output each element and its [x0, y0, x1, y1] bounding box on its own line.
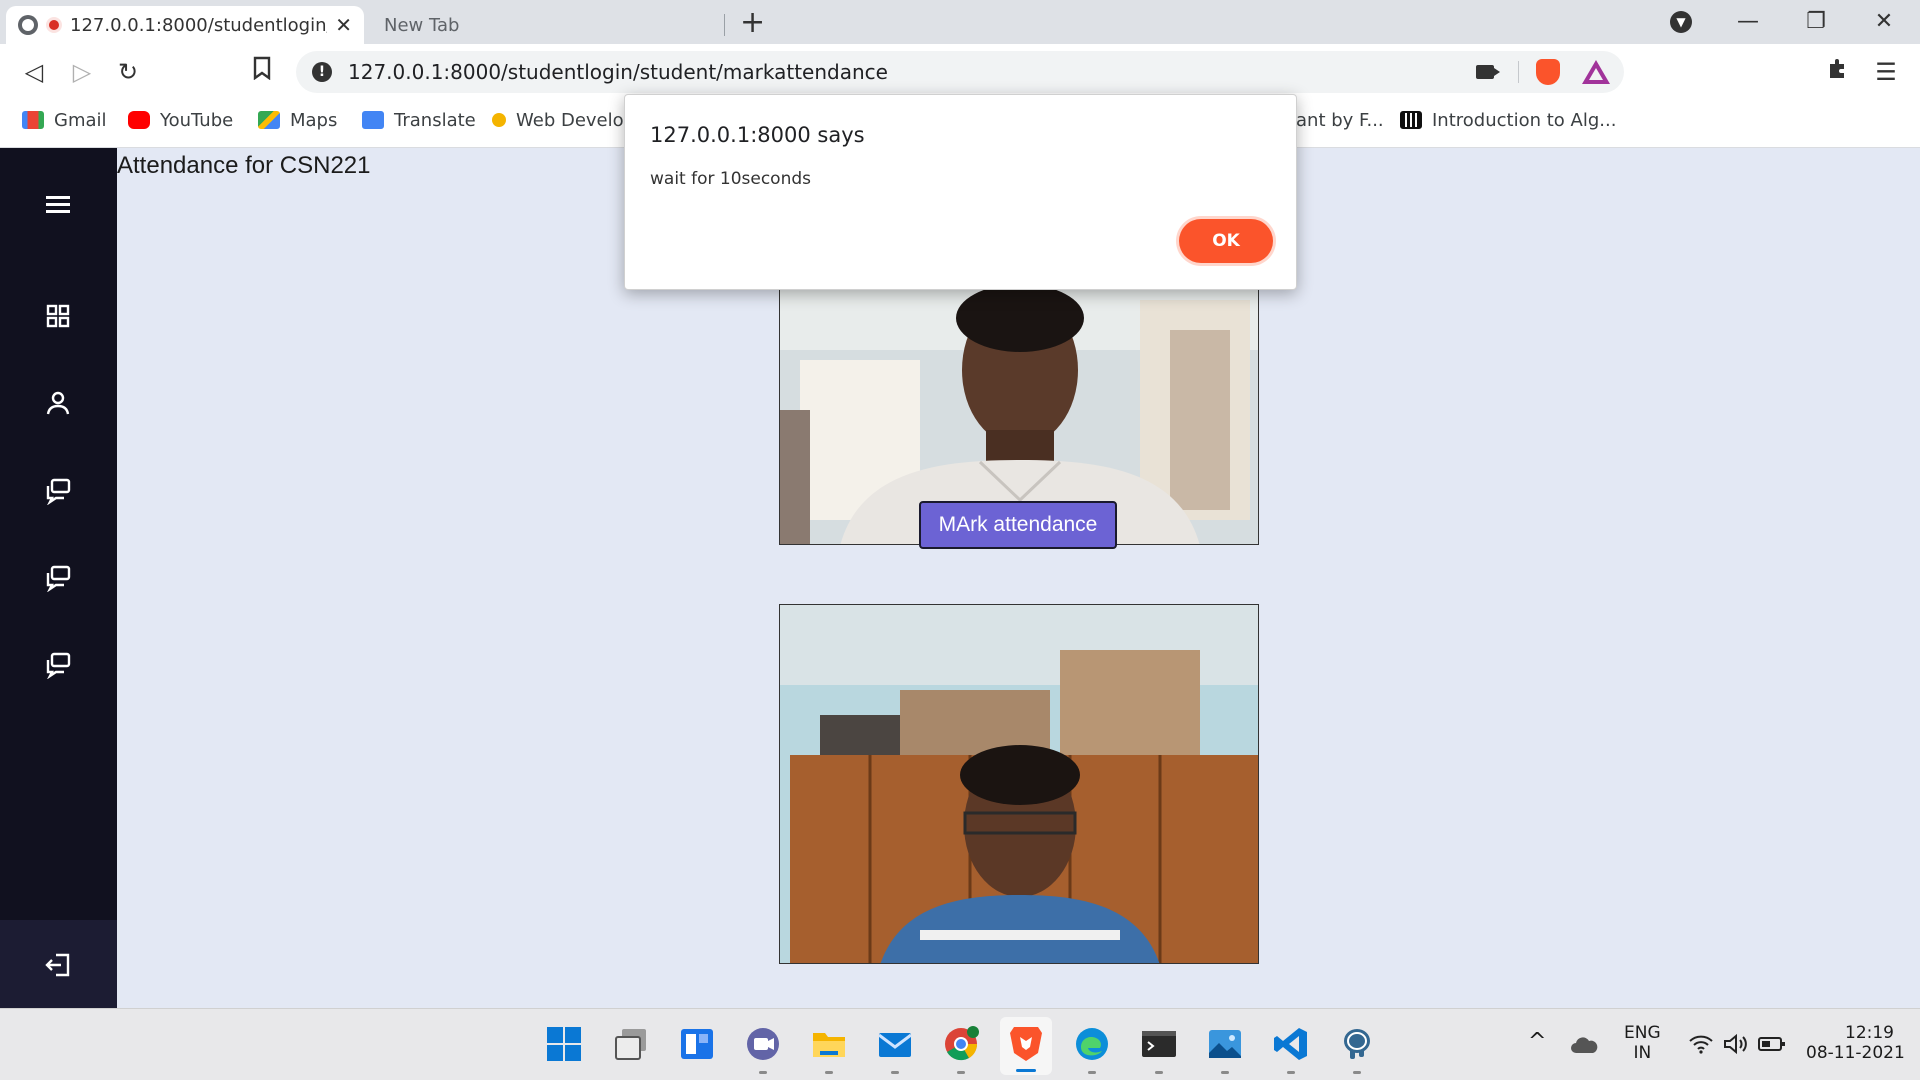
ok-button[interactable]: OK: [1179, 219, 1273, 263]
gmail-icon: [22, 111, 44, 129]
sidebar: [0, 148, 117, 1008]
start-icon[interactable]: [545, 1025, 583, 1063]
tab-new-tab[interactable]: New Tab: [364, 6, 724, 44]
battery-icon[interactable]: [1758, 1035, 1786, 1053]
photos-icon[interactable]: [1206, 1025, 1244, 1074]
running-indicator: [957, 1071, 965, 1074]
running-indicator: [1353, 1071, 1361, 1074]
volume-icon[interactable]: [1722, 1033, 1748, 1055]
widgets-icon[interactable]: [678, 1025, 716, 1063]
browser-tab-strip: 127.0.0.1:8000/studentlogin/student/mark…: [0, 0, 1920, 44]
wifi-icon[interactable]: [1688, 1033, 1714, 1055]
running-indicator: [759, 1071, 767, 1074]
chrome-icon[interactable]: [942, 1025, 980, 1074]
windows-taskbar: ^ ENG IN 12:19 08-11-2021: [0, 1008, 1920, 1080]
menu-icon[interactable]: [43, 190, 73, 220]
forward-button[interactable]: ▷: [66, 56, 98, 88]
maps-icon: [258, 111, 280, 129]
bookmark-page-button[interactable]: [246, 56, 278, 88]
logout-icon[interactable]: [43, 950, 73, 980]
bookmark-ant[interactable]: ant by F...: [1296, 100, 1384, 140]
sidebar-footer: [0, 920, 117, 1008]
brave-shields-icon[interactable]: [1536, 59, 1560, 85]
chat-icon[interactable]: [43, 475, 73, 506]
menu-button[interactable]: ☰: [1870, 56, 1902, 88]
bookmark-introduction-to-algorithms[interactable]: Introduction to Alg...: [1400, 100, 1616, 140]
bookmark-youtube[interactable]: YouTube: [128, 100, 233, 140]
browser-toolbar: ◁ ▷ ↻ ! 127.0.0.1:8000/studentlogin/stud…: [0, 44, 1920, 100]
terminal-icon[interactable]: [1140, 1025, 1178, 1074]
mail-icon[interactable]: [876, 1025, 914, 1074]
mark-attendance-button[interactable]: MArk attendance: [919, 501, 1117, 549]
webcam-image: [780, 605, 1258, 963]
tab-title: New Tab: [384, 14, 460, 36]
clock-time: 12:19: [1845, 1023, 1894, 1043]
running-indicator: [1088, 1071, 1096, 1074]
bookmark-gmail[interactable]: Gmail: [22, 100, 107, 140]
file-explorer-icon[interactable]: [810, 1025, 848, 1074]
globe-icon: [18, 15, 38, 35]
page-title: Attendance for CSN221: [117, 152, 371, 179]
back-button[interactable]: ◁: [18, 56, 50, 88]
new-tab-button[interactable]: +: [740, 6, 765, 40]
restore-button[interactable]: ❐: [1796, 4, 1836, 40]
teams-chat-icon[interactable]: [744, 1025, 782, 1074]
clock[interactable]: 12:19 08-11-2021: [1806, 1023, 1905, 1063]
close-tab-icon[interactable]: ✕: [335, 13, 352, 37]
bookmark-maps[interactable]: Maps: [258, 100, 337, 140]
tab-active[interactable]: 127.0.0.1:8000/studentlogin/student/mark…: [6, 6, 364, 44]
clock-date: 08-11-2021: [1806, 1043, 1905, 1063]
omnibox-divider: [1518, 61, 1519, 83]
bookmark-translate[interactable]: Translate: [362, 100, 476, 140]
vscode-icon[interactable]: [1272, 1025, 1310, 1074]
active-indicator: [1016, 1069, 1036, 1072]
translate-icon: [362, 111, 384, 129]
chat-icon[interactable]: [43, 649, 73, 680]
tab-divider: [724, 14, 725, 36]
bookmark-web-dev[interactable]: Web Develo: [492, 100, 624, 140]
extensions-button[interactable]: [1822, 56, 1854, 88]
running-indicator: [1287, 1071, 1295, 1074]
running-indicator: [825, 1071, 833, 1074]
dashboard-icon[interactable]: [43, 301, 73, 331]
alert-dialog: 127.0.0.1:8000 says wait for 10seconds O…: [624, 94, 1297, 290]
running-indicator: [1155, 1071, 1163, 1074]
book-icon: [1400, 111, 1422, 129]
language-indicator[interactable]: ENG IN: [1624, 1023, 1661, 1063]
brave-icon[interactable]: [1000, 1017, 1052, 1075]
postgres-icon[interactable]: [1338, 1025, 1376, 1074]
task-view-icon[interactable]: [612, 1025, 650, 1063]
camera-in-use-icon[interactable]: [1476, 65, 1500, 79]
address-bar[interactable]: ! 127.0.0.1:8000/studentlogin/student/ma…: [296, 51, 1624, 93]
running-indicator: [891, 1071, 899, 1074]
url-text[interactable]: 127.0.0.1:8000/studentlogin/student/mark…: [348, 51, 888, 93]
onedrive-icon[interactable]: [1570, 1035, 1600, 1055]
minimize-button[interactable]: —: [1728, 4, 1768, 40]
dialog-message: wait for 10seconds: [650, 169, 812, 189]
edge-icon[interactable]: [1073, 1025, 1111, 1074]
close-window-button[interactable]: ✕: [1864, 4, 1904, 40]
youtube-icon: [128, 111, 150, 129]
webcam-feed-snapshot: [779, 604, 1259, 964]
reload-button[interactable]: ↻: [112, 56, 144, 88]
brave-rewards-icon[interactable]: [1582, 60, 1610, 84]
user-icon[interactable]: [43, 388, 73, 418]
site-info-icon[interactable]: !: [312, 62, 332, 82]
bookmark-icon: [253, 56, 271, 81]
web-dev-icon: [492, 113, 506, 127]
tab-title: 127.0.0.1:8000/studentlogin/student/mark…: [70, 14, 327, 36]
dialog-origin: 127.0.0.1:8000 says: [650, 123, 865, 147]
tray-overflow-icon[interactable]: ^: [1528, 1029, 1546, 1054]
puzzle-icon: [1830, 59, 1844, 78]
running-indicator: [1221, 1071, 1229, 1074]
tab-search-icon[interactable]: ▼: [1670, 11, 1692, 33]
chat-icon[interactable]: [43, 562, 73, 593]
recording-icon: [46, 17, 62, 33]
